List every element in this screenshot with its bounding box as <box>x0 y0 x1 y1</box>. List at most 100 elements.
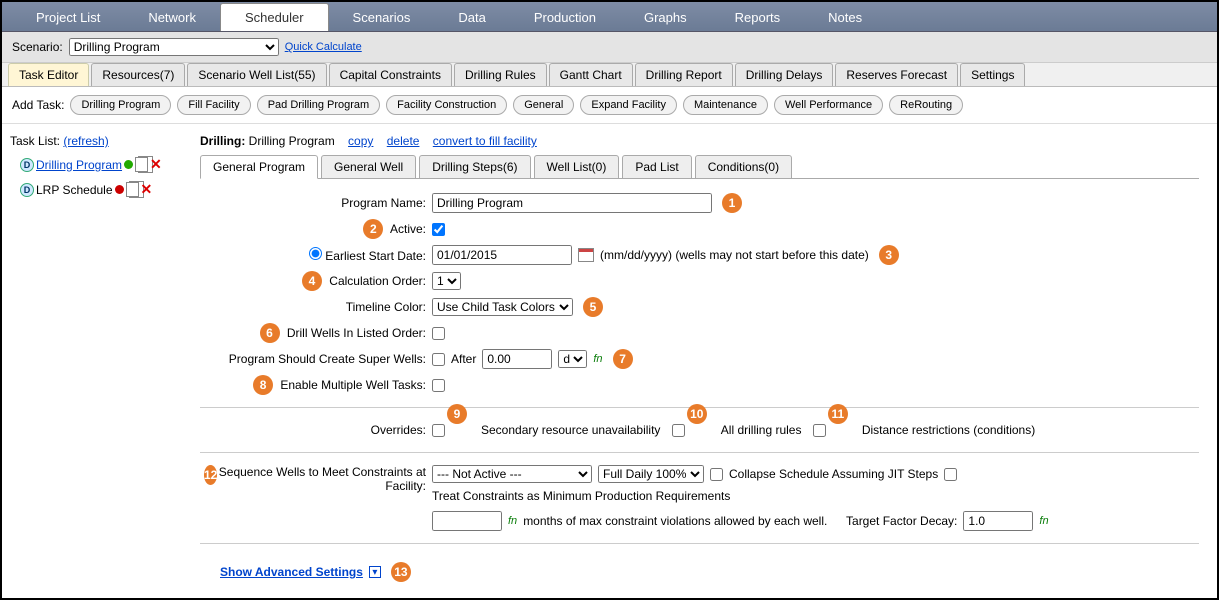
tab-task-editor[interactable]: Task Editor <box>8 63 89 86</box>
fn-label: fn <box>508 515 517 527</box>
earliest-start-hint: (mm/dd/yyyy) (wells may not start before… <box>600 248 869 262</box>
help-badge-11[interactable]: 11 <box>828 404 848 424</box>
help-badge-7[interactable]: 7 <box>613 349 633 369</box>
help-badge-2[interactable]: 2 <box>363 219 383 239</box>
active-status-icon <box>124 160 133 169</box>
earliest-start-label: Earliest Start Date: <box>325 249 426 263</box>
listed-order-checkbox[interactable] <box>432 327 445 340</box>
active-checkbox[interactable] <box>432 223 445 236</box>
help-badge-1[interactable]: 1 <box>722 193 742 213</box>
add-facility-construction-button[interactable]: Facility Construction <box>386 95 507 115</box>
help-badge-13[interactable]: 13 <box>391 562 411 582</box>
help-badge-5[interactable]: 5 <box>583 297 603 317</box>
super-wells-value-input[interactable] <box>482 349 552 369</box>
override-secondary-checkbox[interactable] <box>432 424 445 437</box>
treat-constraints-checkbox[interactable] <box>944 468 957 481</box>
calendar-icon[interactable] <box>578 248 594 262</box>
task-item-label[interactable]: Drilling Program <box>36 158 122 172</box>
override-rules-checkbox[interactable] <box>672 424 685 437</box>
tab-reserves-forecast[interactable]: Reserves Forecast <box>835 63 958 86</box>
add-fill-facility-button[interactable]: Fill Facility <box>177 95 250 115</box>
task-item-drilling-program[interactable]: D Drilling Program ✕ <box>10 156 174 173</box>
quick-calculate-link[interactable]: Quick Calculate <box>285 41 362 53</box>
sequence-daily-select[interactable]: Full Daily 100% <box>598 465 704 483</box>
add-task-label: Add Task: <box>12 98 64 112</box>
nav-project-list[interactable]: Project List <box>12 4 124 31</box>
earliest-start-radio[interactable] <box>309 247 322 260</box>
tab-drilling-rules[interactable]: Drilling Rules <box>454 63 547 86</box>
timeline-color-select[interactable]: Use Child Task Colors <box>432 298 573 316</box>
chevron-down-icon[interactable]: ▾ <box>369 566 381 578</box>
jit-checkbox[interactable] <box>710 468 723 481</box>
refresh-link[interactable]: (refresh) <box>63 134 108 148</box>
tab-resources[interactable]: Resources(7) <box>91 63 185 86</box>
delete-icon[interactable]: ✕ <box>150 156 162 173</box>
after-label: After <box>451 352 476 366</box>
nav-notes[interactable]: Notes <box>804 4 886 31</box>
add-maintenance-button[interactable]: Maintenance <box>683 95 768 115</box>
tab-general-program[interactable]: General Program <box>200 155 318 179</box>
tab-drilling-steps[interactable]: Drilling Steps(6) <box>419 155 530 179</box>
task-item-lrp-schedule[interactable]: D LRP Schedule ✕ <box>10 181 174 198</box>
help-badge-8[interactable]: 8 <box>253 375 273 395</box>
tab-pad-list[interactable]: Pad List <box>622 155 691 179</box>
decay-input[interactable] <box>963 511 1033 531</box>
jit-label: Collapse Schedule Assuming JIT Steps <box>729 467 938 481</box>
listed-order-label: Drill Wells In Listed Order: <box>287 326 426 340</box>
tab-drilling-delays[interactable]: Drilling Delays <box>735 63 834 86</box>
nav-reports[interactable]: Reports <box>711 4 805 31</box>
multiple-well-checkbox[interactable] <box>432 379 445 392</box>
super-wells-label: Program Should Create Super Wells: <box>200 352 432 366</box>
copy-icon[interactable] <box>135 157 148 172</box>
delete-icon[interactable]: ✕ <box>141 181 153 198</box>
nav-network[interactable]: Network <box>124 4 220 31</box>
help-badge-3[interactable]: 3 <box>879 245 899 265</box>
super-wells-unit-select[interactable]: d <box>558 350 587 368</box>
task-list-panel: Task List: (refresh) D Drilling Program … <box>2 124 182 598</box>
earliest-start-input[interactable] <box>432 245 572 265</box>
tab-gantt-chart[interactable]: Gantt Chart <box>549 63 633 86</box>
tab-well-list[interactable]: Well List(0) <box>534 155 620 179</box>
months-violation-input[interactable] <box>432 511 502 531</box>
tab-conditions[interactable]: Conditions(0) <box>695 155 792 179</box>
sequence-active-select[interactable]: --- Not Active --- <box>432 465 592 483</box>
help-badge-9[interactable]: 9 <box>447 404 467 424</box>
show-advanced-link[interactable]: Show Advanced Settings <box>220 565 363 579</box>
scenario-select[interactable]: Drilling Program <box>69 38 279 56</box>
copy-link[interactable]: copy <box>348 134 373 148</box>
tab-capital-constraints[interactable]: Capital Constraints <box>329 63 452 86</box>
help-badge-6[interactable]: 6 <box>260 323 280 343</box>
nav-production[interactable]: Production <box>510 4 620 31</box>
add-rerouting-button[interactable]: ReRouting <box>889 95 963 115</box>
top-nav: Project List Network Scheduler Scenarios… <box>2 2 1217 32</box>
nav-scenarios[interactable]: Scenarios <box>329 4 435 31</box>
add-drilling-program-button[interactable]: Drilling Program <box>70 95 171 115</box>
nav-graphs[interactable]: Graphs <box>620 4 711 31</box>
add-well-performance-button[interactable]: Well Performance <box>774 95 883 115</box>
nav-data[interactable]: Data <box>434 4 509 31</box>
nav-scheduler[interactable]: Scheduler <box>220 3 329 31</box>
add-pad-drilling-program-button[interactable]: Pad Drilling Program <box>257 95 380 115</box>
task-list-label: Task List: <box>10 134 60 148</box>
add-expand-facility-button[interactable]: Expand Facility <box>580 95 677 115</box>
copy-icon[interactable] <box>126 182 139 197</box>
tab-general-well[interactable]: General Well <box>321 155 416 179</box>
task-item-label[interactable]: LRP Schedule <box>36 183 113 197</box>
tab-settings[interactable]: Settings <box>960 63 1025 86</box>
drilling-program-icon: D <box>20 158 34 172</box>
add-general-button[interactable]: General <box>513 95 574 115</box>
treat-constraints-label: Treat Constraints as Minimum Production … <box>432 489 730 503</box>
calc-order-select[interactable]: 1 <box>432 272 461 290</box>
program-name-input[interactable] <box>432 193 712 213</box>
tab-drilling-report[interactable]: Drilling Report <box>635 63 733 86</box>
super-wells-checkbox[interactable] <box>432 353 445 366</box>
delete-link[interactable]: delete <box>387 134 420 148</box>
tab-scenario-well-list[interactable]: Scenario Well List(55) <box>187 63 326 86</box>
help-badge-10[interactable]: 10 <box>687 404 707 424</box>
editor-header: Drilling: Drilling Program copy delete c… <box>200 134 1199 148</box>
convert-link[interactable]: convert to fill facility <box>433 134 537 148</box>
override-distance-checkbox[interactable] <box>813 424 826 437</box>
help-badge-4[interactable]: 4 <box>302 271 322 291</box>
drilling-program-icon: D <box>20 183 34 197</box>
override-secondary-label: Secondary resource unavailability <box>481 423 660 437</box>
